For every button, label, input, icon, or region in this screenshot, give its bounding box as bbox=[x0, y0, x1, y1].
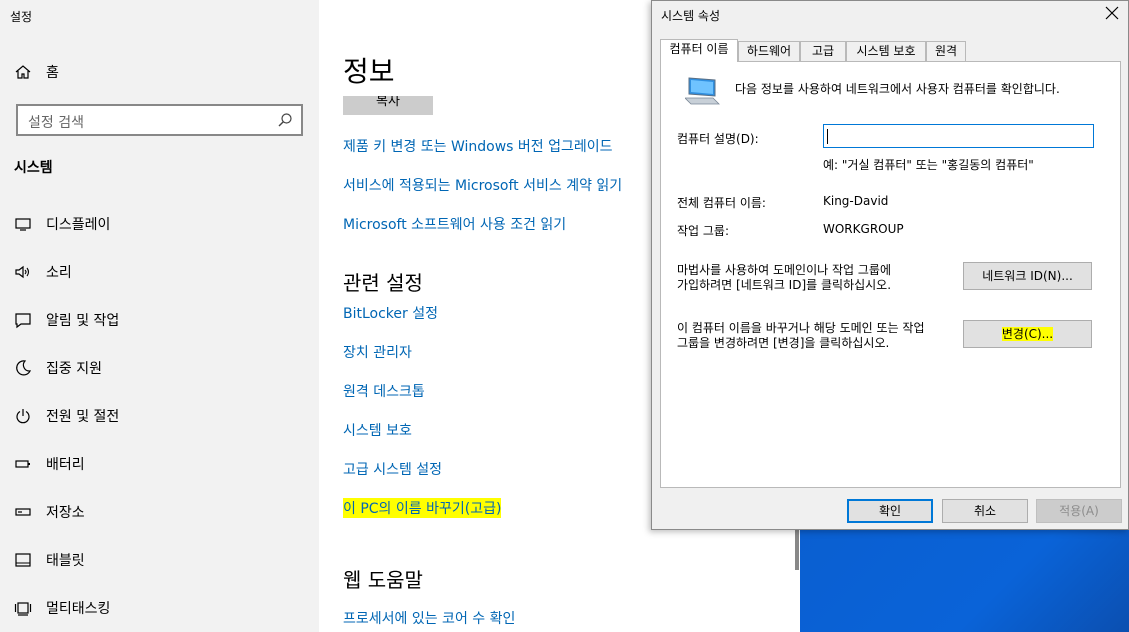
change-button-label: 변경(C)... bbox=[1001, 327, 1054, 341]
text-caret bbox=[827, 129, 828, 144]
sidebar-item-storage[interactable]: 저장소 bbox=[14, 501, 85, 523]
sidebar-item-label: 멀티태스킹 bbox=[46, 601, 111, 617]
computer-description-input[interactable] bbox=[823, 124, 1094, 148]
system-protection-link[interactable]: 시스템 보호 bbox=[343, 420, 412, 440]
sidebar-item-label: 알림 및 작업 bbox=[46, 313, 120, 329]
microsoft-services-agreement-link[interactable]: 서비스에 적용되는 Microsoft 서비스 계약 읽기 bbox=[343, 175, 622, 195]
notification-icon bbox=[15, 313, 31, 329]
home-icon bbox=[15, 65, 31, 79]
close-icon[interactable] bbox=[1104, 5, 1120, 21]
sidebar-item-focus-assist[interactable]: 집중 지원 bbox=[14, 357, 102, 379]
desktop-wallpaper bbox=[800, 530, 1129, 632]
tab-remote[interactable]: 원격 bbox=[926, 41, 966, 61]
sidebar-item-label: 저장소 bbox=[46, 505, 85, 521]
power-icon bbox=[16, 409, 30, 424]
sidebar-item-sound[interactable]: 소리 bbox=[14, 261, 72, 283]
sidebar-item-label: 디스플레이 bbox=[46, 217, 111, 233]
copy-button[interactable]: 복사 bbox=[343, 96, 433, 115]
speaker-icon bbox=[15, 265, 30, 279]
related-settings-heading: 관련 설정 bbox=[343, 271, 423, 295]
device-manager-link[interactable]: 장치 관리자 bbox=[343, 342, 412, 362]
tab-computer-name[interactable]: 컴퓨터 이름 bbox=[660, 39, 738, 62]
page-title: 정보 bbox=[343, 55, 395, 88]
multitasking-icon bbox=[14, 602, 32, 616]
storage-icon bbox=[15, 508, 31, 516]
cancel-button[interactable]: 취소 bbox=[942, 499, 1028, 523]
computer-name-tab-panel: 다음 정보를 사용하여 네트워크에서 사용자 컴퓨터를 확인합니다. 컴퓨터 설… bbox=[660, 61, 1121, 488]
remote-desktop-link[interactable]: 원격 데스크톱 bbox=[343, 381, 425, 401]
upgrade-windows-link[interactable]: 제품 키 변경 또는 Windows 버전 업그레이드 bbox=[343, 136, 613, 156]
change-button[interactable]: 변경(C)... bbox=[963, 320, 1092, 348]
sidebar-item-label: 전원 및 절전 bbox=[46, 409, 120, 425]
sidebar-item-label: 태블릿 bbox=[46, 553, 85, 569]
search-placeholder: 설정 검색 bbox=[28, 115, 84, 131]
computer-icon bbox=[685, 77, 720, 105]
sidebar-item-power[interactable]: 전원 및 절전 bbox=[14, 405, 119, 427]
sidebar-item-multitasking[interactable]: 멀티태스킹 bbox=[14, 597, 110, 619]
battery-icon bbox=[15, 460, 30, 468]
tablet-icon bbox=[15, 553, 31, 567]
rename-description-line2: 그룹을 변경하려면 [변경]을 클릭하십시오. bbox=[677, 336, 890, 350]
network-id-button[interactable]: 네트워크 ID(N)... bbox=[963, 262, 1092, 290]
web-help-heading: 웹 도움말 bbox=[343, 568, 423, 592]
scrollbar-thumb[interactable] bbox=[795, 530, 799, 570]
software-license-terms-link[interactable]: Microsoft 소프트웨어 사용 조건 읽기 bbox=[343, 214, 566, 234]
advanced-system-settings-link[interactable]: 고급 시스템 설정 bbox=[343, 459, 442, 479]
sidebar-item-label: 배터리 bbox=[46, 457, 85, 473]
intro-text: 다음 정보를 사용하여 네트워크에서 사용자 컴퓨터를 확인합니다. bbox=[735, 82, 1060, 96]
description-example: 예: "거실 컴퓨터" 또는 "홍길동의 컴퓨터" bbox=[823, 158, 1034, 172]
description-label: 컴퓨터 설명(D): bbox=[677, 132, 759, 146]
app-title: 설정 bbox=[10, 10, 33, 24]
display-icon bbox=[15, 218, 31, 231]
sidebar-item-label: 집중 지원 bbox=[46, 361, 102, 377]
bitlocker-settings-link[interactable]: BitLocker 설정 bbox=[343, 303, 438, 323]
apply-button[interactable]: 적용(A) bbox=[1036, 499, 1122, 523]
section-heading-system: 시스템 bbox=[14, 160, 53, 176]
settings-search-input[interactable]: 설정 검색 bbox=[16, 104, 303, 136]
rename-pc-advanced-link[interactable]: 이 PC의 이름 바꾸기(고급) bbox=[343, 498, 502, 518]
tab-advanced[interactable]: 고급 bbox=[800, 41, 846, 61]
processor-cores-link[interactable]: 프로세서에 있는 코어 수 확인 bbox=[343, 608, 515, 628]
sidebar-item-notifications[interactable]: 알림 및 작업 bbox=[14, 309, 119, 331]
moon-icon bbox=[16, 360, 32, 376]
workgroup-label: 작업 그룹: bbox=[677, 224, 730, 238]
network-id-description-line2: 가입하려면 [네트워크 ID]를 클릭하십시오. bbox=[677, 278, 892, 292]
system-properties-dialog: 시스템 속성 컴퓨터 이름 하드웨어 고급 시스템 보호 원격 다음 정보를 사… bbox=[651, 0, 1129, 530]
tab-hardware[interactable]: 하드웨어 bbox=[738, 41, 800, 61]
full-computer-name-value: King-David bbox=[823, 194, 889, 208]
settings-sidebar: 설정 홈 설정 검색 시스템 디스플레이 소리 알림 및 작업 집중 지원 전원… bbox=[0, 0, 319, 632]
home-nav-item[interactable]: 홈 bbox=[14, 62, 59, 82]
sidebar-item-label: 소리 bbox=[46, 265, 72, 281]
full-computer-name-label: 전체 컴퓨터 이름: bbox=[677, 196, 766, 210]
dialog-title: 시스템 속성 bbox=[661, 9, 721, 23]
sidebar-item-display[interactable]: 디스플레이 bbox=[14, 213, 110, 235]
sidebar-item-tablet[interactable]: 태블릿 bbox=[14, 549, 85, 571]
workgroup-value: WORKGROUP bbox=[823, 222, 904, 236]
tab-system-protection[interactable]: 시스템 보호 bbox=[846, 41, 926, 61]
search-icon bbox=[278, 113, 292, 127]
ok-button[interactable]: 확인 bbox=[847, 499, 933, 523]
home-label: 홈 bbox=[46, 65, 59, 81]
sidebar-item-battery[interactable]: 배터리 bbox=[14, 453, 85, 475]
